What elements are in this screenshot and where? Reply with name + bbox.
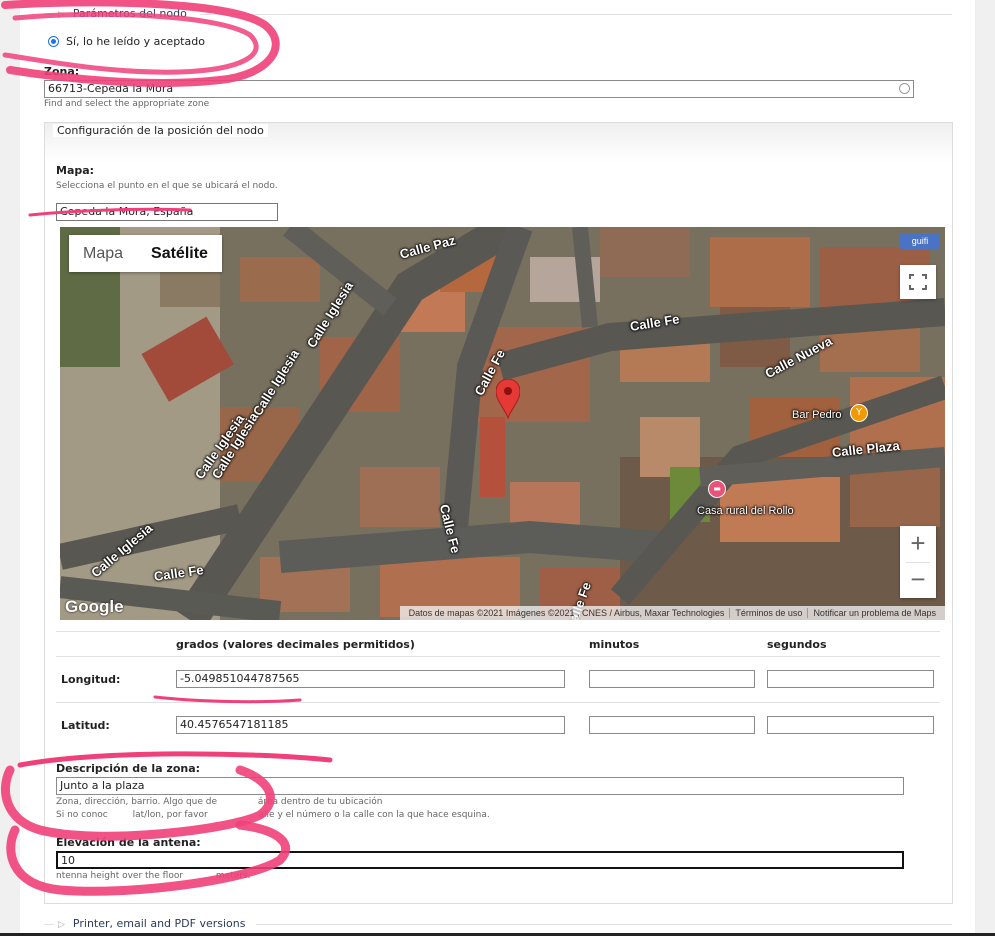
zone-description-help-2: Si no conoc lat/lon, por favor alle y el… xyxy=(56,810,490,820)
table-header-border xyxy=(56,656,940,657)
accept-radio[interactable] xyxy=(48,36,59,47)
satellite-map[interactable]: Mapa Satélite guifi + − Calle Paz Calle … xyxy=(60,227,945,620)
zoom-in-button[interactable]: + xyxy=(900,526,936,562)
position-config-legend: Configuración de la posición del nodo xyxy=(53,124,268,137)
collapse-triangle-icon: ▷ xyxy=(58,10,65,20)
fullscreen-button[interactable] xyxy=(900,265,936,299)
map-help: Selecciona el punto en el que se ubicará… xyxy=(56,181,278,191)
latitude-label: Latitud: xyxy=(61,719,110,732)
map-type-map-button[interactable]: Mapa xyxy=(69,235,137,272)
terms-link[interactable]: Términos de uso xyxy=(730,608,807,618)
latitude-minutes-input[interactable] xyxy=(589,716,755,734)
map-type-satellite-button[interactable]: Satélite xyxy=(137,235,222,272)
printer-legend-text: Printer, email and PDF versions xyxy=(72,917,246,930)
location-marker-icon[interactable] xyxy=(496,379,520,419)
longitude-degrees-input[interactable]: -5.049851044787565 xyxy=(176,670,565,688)
printer-legend[interactable]: ▷ Printer, email and PDF versions xyxy=(58,917,245,930)
satellite-imagery xyxy=(60,227,945,620)
zoom-out-button[interactable]: − xyxy=(900,562,936,598)
fullscreen-icon xyxy=(909,274,927,290)
longitude-label: Longitud: xyxy=(61,673,121,686)
help-text: Si no conoc xyxy=(56,810,108,820)
zone-value: 66713-Cepeda la Mora xyxy=(48,82,174,95)
longitude-seconds-input[interactable] xyxy=(767,670,934,688)
bar-poi-icon[interactable]: Y xyxy=(850,404,868,422)
attribution-text: Datos de mapas ©2021 Imágenes ©2021 , CN… xyxy=(408,608,725,618)
collapse-triangle-icon: ▷ xyxy=(58,920,65,930)
page: ▷ Parámetros del nodo Sí, lo he leído y a… xyxy=(20,0,975,936)
map-type-toggle: Mapa Satélite xyxy=(69,235,222,272)
degrees-header: grados (valores decimales permitidos) xyxy=(176,638,415,651)
longitude-minutes-input[interactable] xyxy=(589,670,755,688)
poi-casa-label[interactable]: Casa rural del Rollo xyxy=(697,505,794,517)
zone-help: Find and select the appropriate zone xyxy=(44,99,210,109)
legend-line-left xyxy=(44,14,54,15)
zone-description-input[interactable]: Junto a la plaza xyxy=(56,777,904,795)
antenna-elevation-input[interactable]: 10 xyxy=(56,851,904,869)
zoom-controls: + − xyxy=(900,526,936,598)
legend-line-right xyxy=(256,924,952,925)
hotel-poi-icon[interactable]: ▬ xyxy=(708,480,726,498)
help-text: área dentro de tu ubicación xyxy=(257,797,383,807)
map-attribution-bar: Datos de mapas ©2021 Imágenes ©2021 , CN… xyxy=(399,606,945,620)
seconds-header: segundos xyxy=(767,638,827,651)
legend-line-right xyxy=(200,14,952,15)
help-text: ntenna height over the floor xyxy=(56,871,184,881)
guifi-badge[interactable]: guifi xyxy=(900,233,940,249)
antenna-label: Elevación de la antena: xyxy=(56,836,201,849)
row-border xyxy=(56,702,940,703)
loading-circle-icon xyxy=(899,83,910,94)
antenna-help: ntenna height over the floor meters. xyxy=(56,871,251,881)
google-logo: Google xyxy=(65,597,124,616)
zone-select[interactable]: 66713-Cepeda la Mora xyxy=(44,80,914,98)
help-text: Zona, dirección, barrio. Algo que de xyxy=(56,797,218,807)
help-text: alle y el número o la calle con la que h… xyxy=(258,810,490,820)
help-text: lat/lon, por favor xyxy=(132,810,208,820)
node-params-legend[interactable]: ▷ Parámetros del nodo xyxy=(58,7,187,20)
zone-description-label: Descripción de la zona: xyxy=(56,762,201,775)
legend-line-left xyxy=(44,924,54,925)
map-search-input[interactable]: Cepeda la Mora, España xyxy=(56,203,278,221)
minutes-header: minutos xyxy=(589,638,640,651)
zone-description-help-1: Zona, dirección, barrio. Algo que de áre… xyxy=(56,797,382,807)
report-link[interactable]: Notificar un problema de Maps xyxy=(808,608,941,618)
help-text: meters. xyxy=(215,871,251,881)
latitude-seconds-input[interactable] xyxy=(767,716,934,734)
poi-bar-label[interactable]: Bar Pedro xyxy=(792,409,842,421)
table-top-border xyxy=(56,631,940,632)
latitude-degrees-input[interactable]: 40.4576547181185 xyxy=(176,716,565,734)
accept-label: Sí, lo he leído y aceptado xyxy=(66,35,205,48)
node-params-legend-text: Parámetros del nodo xyxy=(72,7,187,20)
zone-label: Zona: xyxy=(44,65,80,78)
map-label: Mapa: xyxy=(56,164,95,177)
